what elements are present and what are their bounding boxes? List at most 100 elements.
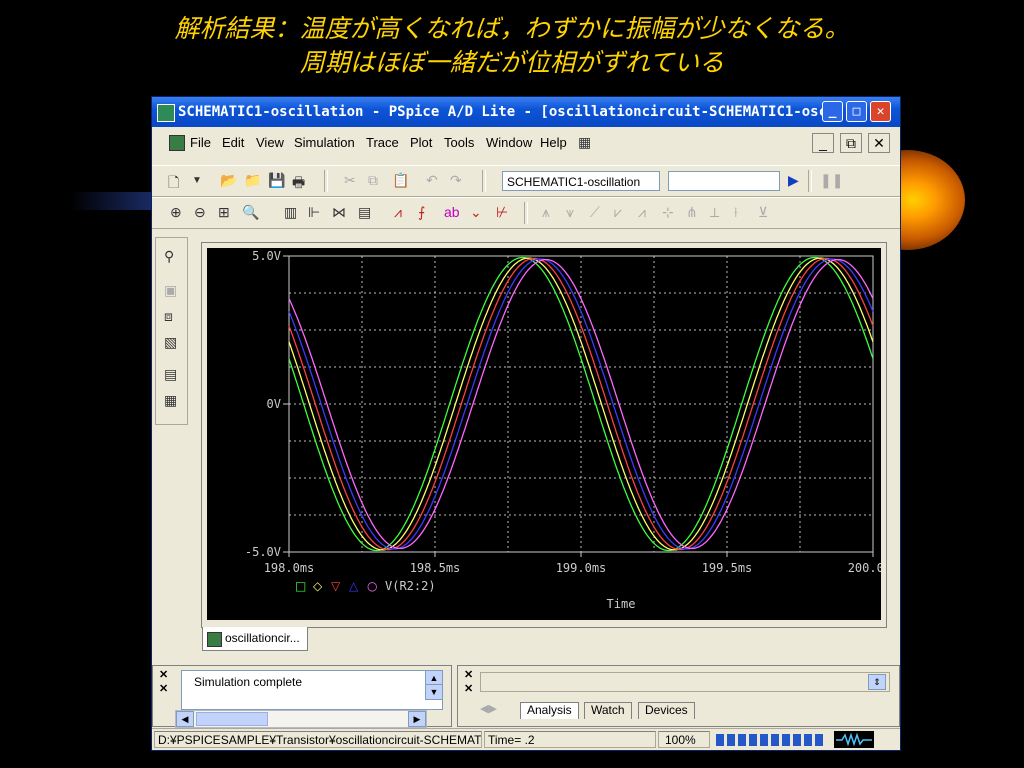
toolbar-plot: ⊕ ⊖ ⊞ 🔍 ▥ ⊩ ⋈ ▤ ⩘ ⨍ ab ⌄ ⊬ ⩚ ⩛ ⟋ ⩗ ⩘ ⊹ ⋔…	[152, 197, 900, 229]
open-recent-icon[interactable]: 📁	[244, 172, 261, 189]
scroll-down-button[interactable]: ▼	[425, 684, 443, 700]
cursor-min-icon[interactable]: ⩗	[614, 204, 622, 221]
status-time: Time= .2	[484, 731, 656, 748]
redo-icon[interactable]: ↷	[450, 172, 462, 189]
mdi-close-button[interactable]: ✕	[868, 133, 890, 153]
cursor-max-icon[interactable]: ⩘	[638, 204, 646, 221]
help-context-icon[interactable]: ▦	[578, 134, 591, 151]
menu-window[interactable]: Window	[486, 135, 532, 150]
simulation-search-input[interactable]	[668, 171, 780, 191]
toolbar-separator	[808, 170, 812, 192]
play-icon[interactable]: ▶	[788, 172, 799, 189]
y-tick-label: 0V	[267, 397, 281, 411]
cursor-point-icon[interactable]: ⊹	[662, 204, 674, 221]
mark-label-icon[interactable]: ⊻	[758, 204, 768, 221]
menu-file[interactable]: File	[190, 135, 211, 150]
menu-simulation[interactable]: Simulation	[294, 135, 355, 150]
menu-plot[interactable]: Plot	[410, 135, 432, 150]
window-title: SCHEMATIC1-oscillation - PSpice A/D Lite…	[178, 104, 853, 120]
cursor-trough-icon[interactable]: ⩛	[566, 204, 574, 221]
simulation-profile-select[interactable]: SCHEMATIC1-oscillation	[502, 171, 660, 191]
close-icon[interactable]: ✕	[464, 668, 473, 681]
cursor-search-icon[interactable]: ⋔	[686, 204, 698, 221]
mark-data-points-icon[interactable]: ⌄	[470, 204, 482, 221]
next-transition-icon[interactable]: ⟂	[710, 204, 719, 221]
menu-trace[interactable]: Trace	[366, 135, 399, 150]
document-icon[interactable]	[169, 135, 185, 151]
y-tick-label: -5.0V	[245, 545, 281, 559]
add-text-label-icon[interactable]: ab	[444, 204, 460, 220]
chevron-down-icon[interactable]: ▼	[192, 175, 202, 186]
plot-tab[interactable]: oscillationcir...	[202, 627, 308, 651]
open-folder-icon[interactable]: 📂	[220, 172, 237, 189]
menu-bar: File Edit View Simulation Trace Plot Too…	[152, 129, 900, 156]
status-path: D:¥PSPICESAMPLE¥Transistor¥oscillationci…	[154, 731, 482, 748]
cut-icon[interactable]: ✂	[344, 172, 356, 189]
x-axis-label: Time	[607, 597, 636, 611]
menu-help[interactable]: Help	[540, 135, 567, 150]
close-icon[interactable]: ✕	[464, 682, 473, 695]
scroll-left-button[interactable]: ◀	[176, 711, 194, 727]
waveform-plot[interactable]: 5.0V 0V -5.0V 198.0ms 198.5ms 199.0ms 199.5ms 2…	[207, 248, 898, 620]
view-list-icon[interactable]: ▤	[164, 366, 177, 383]
fourier-icon[interactable]: ⊩	[308, 204, 320, 221]
mdi-restore-button[interactable]: ⧉	[840, 133, 862, 153]
pspice-app-icon	[157, 104, 175, 122]
toggle-cursor-icon[interactable]: ⊬	[496, 204, 508, 221]
close-icon[interactable]: ✕	[159, 682, 168, 695]
waveform-indicator-icon	[834, 731, 874, 748]
save-icon[interactable]: 💾	[268, 172, 285, 189]
tab-watch[interactable]: Watch	[584, 702, 632, 719]
progress-block	[771, 734, 779, 746]
tab-devices[interactable]: Devices	[638, 702, 695, 719]
cursor-peak-icon[interactable]: ⩚	[542, 204, 550, 221]
menu-edit[interactable]: Edit	[222, 135, 244, 150]
log-x-axis-icon[interactable]: ▥	[284, 204, 297, 221]
close-icon[interactable]: ✕	[159, 668, 168, 681]
new-file-icon[interactable]: 🗋	[168, 172, 179, 196]
toolbar-separator	[482, 170, 486, 192]
progress-block	[749, 734, 757, 746]
scroll-right-button[interactable]: ▶	[408, 711, 426, 727]
cursor-slope-icon[interactable]: ⟋	[590, 204, 600, 221]
pause-icon[interactable]: ❚❚	[820, 172, 843, 189]
eval-goal-function-icon[interactable]: ⨍	[418, 204, 425, 221]
watch-panel: ✕ ✕ ⇕ ◀▶ Analysis Watch Devices	[457, 665, 900, 727]
progress-block	[793, 734, 801, 746]
mdi-minimize-button[interactable]: _	[812, 133, 834, 153]
maximize-button[interactable]: □	[846, 101, 867, 122]
menu-tools[interactable]: Tools	[444, 135, 474, 150]
view-output-icon[interactable]: ▧	[164, 334, 177, 351]
paste-icon[interactable]: 📋	[392, 172, 409, 189]
zoom-in-icon[interactable]: ⊕	[170, 204, 182, 221]
performance-analysis-icon[interactable]: ⋈	[332, 204, 346, 221]
decorative-bar	[70, 192, 160, 210]
tab-scroll-left-icon[interactable]: ◀▶	[480, 702, 497, 715]
minimize-button[interactable]: _	[822, 101, 843, 122]
menu-view[interactable]: View	[256, 135, 284, 150]
add-trace-icon[interactable]: ⩘	[394, 204, 402, 221]
previous-transition-icon[interactable]: ⟊	[734, 204, 738, 221]
waveform-chart[interactable]: 5.0V 0V -5.0V 198.0ms 198.5ms 199.0ms 199.5ms 2…	[207, 248, 898, 620]
progress-block	[760, 734, 768, 746]
view-simulation-icon[interactable]: ⧈	[164, 308, 173, 325]
output-hscrollbar[interactable]: ◀ ▶	[175, 710, 427, 728]
view-plot-icon[interactable]: ▦	[164, 392, 177, 409]
legend-marker-5: ○	[367, 579, 377, 593]
zoom-fit-icon[interactable]: 🔍	[242, 204, 259, 221]
dim-tool-icon[interactable]: ▣	[164, 282, 177, 299]
close-button[interactable]: ✕	[870, 101, 891, 122]
window-titlebar[interactable]: SCHEMATIC1-oscillation - PSpice A/D Lite…	[152, 97, 900, 127]
scrollbar-thumb[interactable]	[196, 712, 268, 726]
x-tick-label: 199.0ms	[556, 561, 607, 575]
log-y-axis-icon[interactable]: ▤	[358, 204, 371, 221]
probe-icon[interactable]: ⚲	[164, 248, 174, 265]
copy-icon[interactable]: ⧉	[368, 172, 378, 189]
tab-analysis[interactable]: Analysis	[520, 702, 579, 719]
print-icon[interactable]: 🖶	[292, 172, 305, 196]
spin-button[interactable]: ⇕	[868, 674, 886, 690]
undo-icon[interactable]: ↶	[426, 172, 438, 189]
toolbar-separator	[324, 170, 328, 192]
zoom-out-icon[interactable]: ⊖	[194, 204, 206, 221]
zoom-area-icon[interactable]: ⊞	[218, 204, 230, 221]
